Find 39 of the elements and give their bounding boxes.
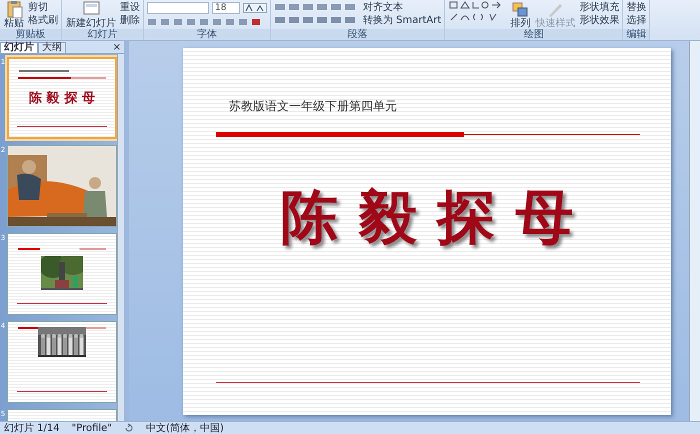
thumbnail-title: 陈 毅 探 母 bbox=[29, 90, 95, 107]
ribbon-button[interactable]: 新建幻灯片 bbox=[65, 0, 117, 29]
group-label: 幻灯片 bbox=[62, 29, 143, 40]
language: 中文(简体，中国) bbox=[146, 422, 224, 434]
pane-tab[interactable]: 幻灯片 bbox=[0, 42, 38, 53]
ribbon-button[interactable]: 选择 bbox=[626, 15, 646, 26]
theme-name: "Profile" bbox=[72, 422, 112, 434]
group-label: 绘图 bbox=[445, 29, 622, 40]
ribbon-button[interactable]: 对齐文本 bbox=[363, 2, 442, 13]
group-label: 剪贴板 bbox=[0, 29, 61, 40]
slide-count: 幻灯片 1/14 bbox=[4, 422, 60, 434]
group-label: 字体 bbox=[144, 29, 270, 40]
ribbon-button[interactable]: 形状效果 bbox=[579, 15, 620, 26]
slide-thumbnail[interactable]: 陈 毅 探 母 bbox=[7, 57, 117, 139]
slide-subtitle: 苏教版语文一年级下册第四单元 bbox=[229, 98, 397, 115]
close-button[interactable]: × bbox=[110, 42, 124, 53]
font-size-field[interactable]: 18 bbox=[212, 2, 240, 14]
ribbon-button[interactable]: 形状填充 bbox=[579, 2, 620, 13]
ribbon-button[interactable]: 转换为 SmartArt bbox=[363, 15, 442, 26]
slide-thumbnail[interactable] bbox=[7, 321, 117, 403]
ribbon-button[interactable]: 替换 bbox=[626, 2, 646, 13]
font-grow-icon[interactable] bbox=[243, 3, 267, 13]
ribbon-button[interactable]: 重设 bbox=[120, 2, 140, 13]
slide-thumbnail[interactable] bbox=[7, 233, 117, 315]
font-name-field[interactable] bbox=[147, 2, 209, 14]
scrollbar[interactable] bbox=[117, 54, 124, 421]
ribbon-button[interactable]: 排列 bbox=[509, 0, 532, 29]
scrollbar[interactable] bbox=[689, 41, 700, 421]
ribbon-button[interactable]: 粘贴 bbox=[3, 0, 25, 29]
group-label: 段落 bbox=[271, 29, 444, 40]
text-line bbox=[19, 70, 69, 72]
arrange-icon bbox=[511, 0, 530, 18]
group-label: 编辑 bbox=[623, 29, 650, 40]
slide-title: 陈 毅 探 母 bbox=[280, 182, 574, 253]
ribbon-button[interactable]: 格式刷 bbox=[28, 15, 58, 26]
pane-tab[interactable]: 大纲 bbox=[38, 42, 66, 53]
clipboard-icon bbox=[5, 0, 23, 18]
ribbon-button[interactable]: 剪切 bbox=[28, 2, 58, 13]
ribbon-button[interactable]: 删除 bbox=[120, 15, 140, 26]
